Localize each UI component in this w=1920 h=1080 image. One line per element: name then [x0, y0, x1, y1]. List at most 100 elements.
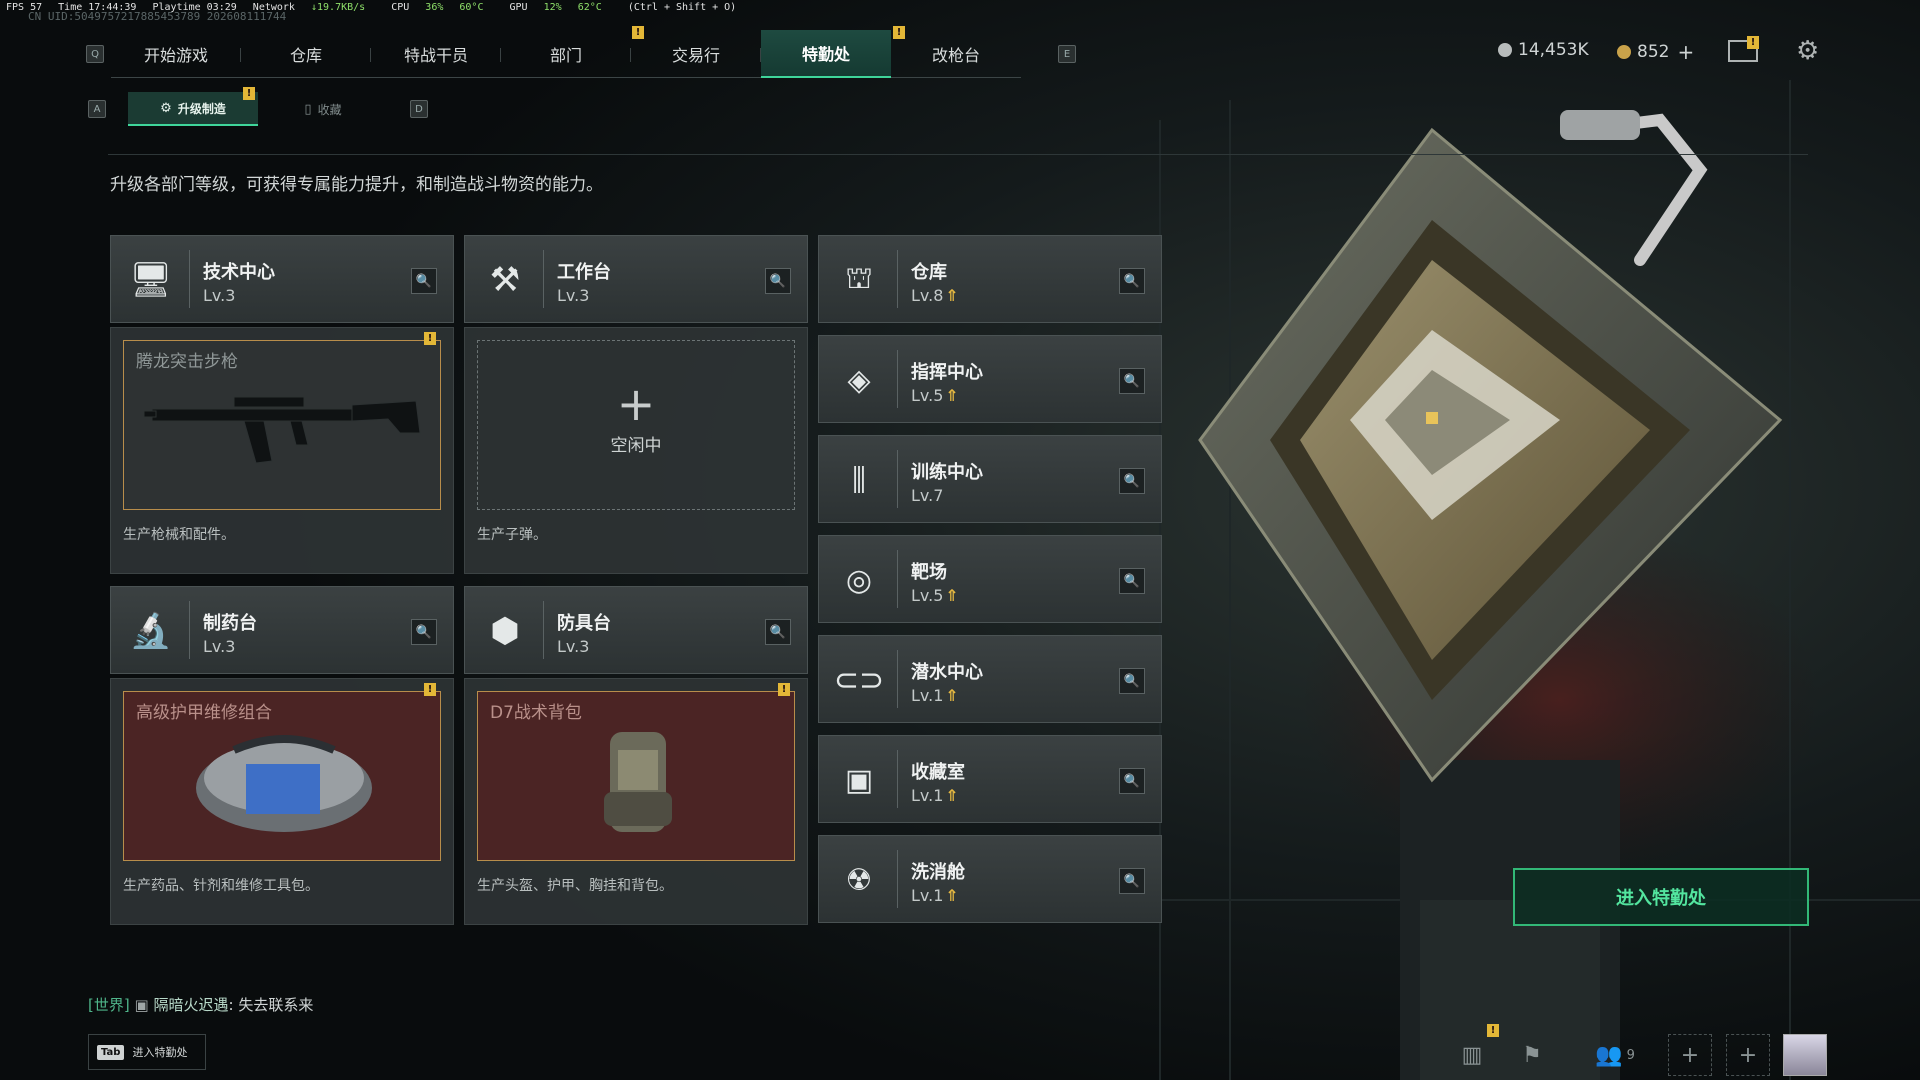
prev-tab-key[interactable]: Q: [86, 45, 104, 63]
station-pharmacy[interactable]: 🔬 制药台 Lv.3 🔍: [110, 586, 454, 674]
station-level: Lv.3: [203, 286, 236, 305]
gold-coin-icon: [1617, 45, 1631, 59]
tab-hint-button[interactable]: Tab 进入特勤处: [88, 1034, 206, 1070]
next-tab-key[interactable]: E: [1058, 45, 1076, 63]
station-target[interactable]: ◎ 靶场 Lv.5 ⇑ 🔍: [818, 535, 1162, 623]
add-gold-button[interactable]: +: [1677, 40, 1694, 64]
tab-key: Tab: [97, 1044, 125, 1060]
cpu-label: CPU: [391, 2, 410, 13]
station-name: 仓库: [911, 262, 947, 283]
divider: [108, 154, 1808, 155]
gpu-label: GPU: [509, 2, 528, 13]
search-icon[interactable]: 🔍: [765, 619, 791, 645]
tab-trading[interactable]: 交易行: [631, 30, 761, 78]
production-slot-tech[interactable]: 腾龙突击步枪 ! 生产枪械和配件。: [110, 327, 454, 574]
product-frame[interactable]: 高级护甲维修组合: [123, 691, 441, 861]
station-command[interactable]: ◈ 指挥中心 Lv.5 ⇑ 🔍: [818, 335, 1162, 423]
station-decon[interactable]: ☢ 洗消舱 Lv.1 ⇑ 🔍: [818, 835, 1162, 923]
search-icon[interactable]: 🔍: [1119, 768, 1145, 794]
station-level: Lv.5: [911, 586, 944, 605]
tab-department[interactable]: 部门: [501, 30, 631, 78]
search-icon[interactable]: 🔍: [1119, 268, 1145, 294]
card-separator: [543, 601, 544, 659]
station-level-row: Lv.1 ⇑: [911, 686, 959, 705]
station-level: Lv.7: [911, 486, 944, 505]
stats-icon[interactable]: ▥: [1450, 1034, 1494, 1076]
station-diving-mask[interactable]: ⊂⊃ 潜水中心 Lv.1 ⇑ 🔍: [818, 635, 1162, 723]
upgrade-available-icon: ⇑: [945, 686, 959, 705]
upgrade-available-icon: ⇑: [945, 886, 959, 905]
add-teammate-slot-2[interactable]: +: [1726, 1034, 1770, 1076]
station-footer: 生产头盔、护甲、胸挂和背包。: [477, 878, 673, 894]
flag-icon[interactable]: ⚑: [1510, 1034, 1554, 1076]
subtab-upgrade-craft[interactable]: ⚙ 升级制造: [128, 92, 258, 126]
dumbbell-icon: ⫼: [852, 462, 866, 498]
cubes-icon: ⬢: [490, 611, 520, 651]
idle-slot[interactable]: + 空闲中: [477, 340, 795, 510]
product-frame[interactable]: D7战术背包: [477, 691, 795, 861]
card-separator: [897, 650, 898, 708]
production-slot-pharmacy[interactable]: 高级护甲维修组合 ! 生产药品、针剂和维修工具包。: [110, 678, 454, 925]
tab-gunsmith[interactable]: 改枪台: [891, 30, 1021, 78]
card-separator: [897, 350, 898, 408]
station-armor[interactable]: ⬢ 防具台 Lv.3 🔍: [464, 586, 808, 674]
product-alert-badge: !: [778, 683, 790, 696]
page-description: 升级各部门等级，可获得专属能力提升，和制造战斗物资的能力。: [110, 175, 603, 195]
silver-amount: 14,453K: [1518, 40, 1589, 60]
tab-special-ops[interactable]: 特勤处: [761, 30, 891, 78]
silver-currency: 14,453K: [1498, 40, 1589, 60]
cpu-readout: 36%: [425, 2, 444, 13]
station-level: Lv.3: [203, 637, 236, 656]
subtab-collection[interactable]: ▯ 收藏: [258, 92, 388, 126]
search-icon[interactable]: 🔍: [1119, 368, 1145, 394]
monitor-icon: 🖥: [129, 260, 173, 300]
search-icon[interactable]: 🔍: [1119, 468, 1145, 494]
mail-alert-badge: !: [1747, 36, 1759, 49]
search-icon[interactable]: 🔍: [1119, 868, 1145, 894]
friends-button[interactable]: 👥 9: [1585, 1034, 1645, 1076]
idle-label: 空闲中: [610, 436, 662, 456]
gold-amount: 852: [1637, 42, 1670, 62]
add-teammate-slot-1[interactable]: +: [1668, 1034, 1712, 1076]
production-slot-workbench[interactable]: + 空闲中 生产子弹。: [464, 327, 808, 574]
cpu-temp-readout: 60°C: [459, 2, 484, 13]
production-slot-armor[interactable]: D7战术背包 ! 生产头盔、护甲、胸挂和背包。: [464, 678, 808, 925]
search-icon[interactable]: 🔍: [1119, 668, 1145, 694]
search-icon[interactable]: 🔍: [1119, 568, 1145, 594]
station-footer: 生产药品、针剂和维修工具包。: [123, 878, 319, 894]
station-name: 收藏室: [911, 762, 965, 783]
rifle-image: [143, 396, 421, 464]
tab-start-game[interactable]: 开始游戏: [111, 30, 241, 78]
prev-subtab-key[interactable]: A: [88, 100, 106, 118]
search-icon[interactable]: 🔍: [765, 268, 791, 294]
search-icon[interactable]: 🔍: [411, 619, 437, 645]
gold-currency: 852 +: [1617, 40, 1694, 64]
upgrade-available-icon: ⇑: [945, 386, 959, 405]
station-dumbbell[interactable]: ⫼ 训练中心 Lv.7 🔍: [818, 435, 1162, 523]
repair-kit-image: [196, 735, 372, 832]
station-workbench[interactable]: ⚒ 工作台 Lv.3 🔍: [464, 235, 808, 323]
player-avatar[interactable]: [1783, 1034, 1827, 1076]
station-level: Lv.1: [911, 686, 944, 705]
card-separator: [897, 450, 898, 508]
next-subtab-key[interactable]: D: [410, 100, 428, 118]
station-name: 潜水中心: [911, 662, 983, 683]
station-warehouse[interactable]: ⛫ 仓库 Lv.8 ⇑ 🔍: [818, 235, 1162, 323]
station-level-row: Lv.7: [911, 486, 943, 505]
station-level-row: Lv.1 ⇑: [911, 786, 959, 805]
enter-special-ops-button[interactable]: 进入特勤处: [1513, 868, 1809, 926]
tab-operators[interactable]: 特战干员: [371, 30, 501, 78]
product-frame[interactable]: 腾龙突击步枪: [123, 340, 441, 510]
settings-gear-icon[interactable]: ⚙: [1796, 36, 1819, 66]
target-icon: ◎: [845, 562, 873, 598]
station-collection[interactable]: ▣ 收藏室 Lv.1 ⇑ 🔍: [818, 735, 1162, 823]
card-separator: [189, 601, 190, 659]
station-level-row: Lv.5 ⇑: [911, 586, 959, 605]
search-icon[interactable]: 🔍: [411, 268, 437, 294]
station-tech-center[interactable]: 🖥 技术中心 Lv.3 🔍: [110, 235, 454, 323]
tab-warehouse[interactable]: 仓库: [241, 30, 371, 78]
gpu-temp-readout: 62°C: [577, 2, 602, 13]
chat-line[interactable]: [世界] ▣ 隔暗火迟遇: 失去联系来: [88, 994, 313, 1015]
station-level-row: Lv.5 ⇑: [911, 386, 959, 405]
decon-icon: ☢: [845, 862, 873, 898]
